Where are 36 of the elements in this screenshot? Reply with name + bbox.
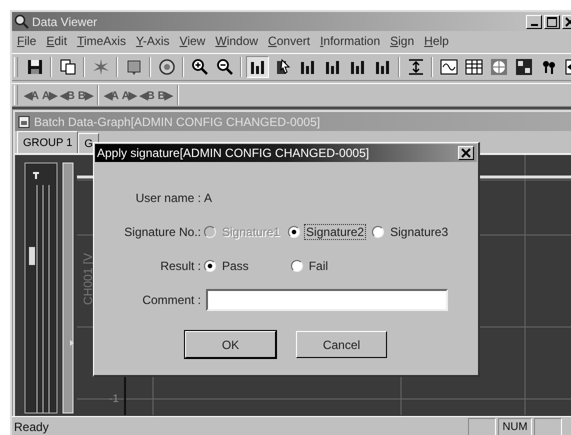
window-title: Data Viewer	[32, 14, 98, 28]
dialog-button[interactable]: OK	[185, 331, 276, 358]
dialog-button[interactable]: Cancel	[296, 331, 387, 358]
menu-item[interactable]: File	[14, 34, 44, 48]
marker-button[interactable]: A▶	[40, 86, 57, 104]
axis-tick: -1	[109, 393, 119, 405]
marker-button[interactable]: A▶	[120, 86, 137, 104]
field-label: Signature No.:	[123, 225, 202, 239]
marker-button[interactable]: ◀B	[58, 86, 75, 104]
menu-item[interactable]: TimeAxis	[74, 34, 133, 48]
marker-button[interactable]: B▶	[76, 86, 93, 104]
user-name-value: A	[204, 191, 212, 205]
marker-button[interactable]: ◀A	[102, 86, 119, 104]
menu-item[interactable]: Information	[317, 34, 388, 48]
menu-item[interactable]: View	[176, 34, 212, 48]
field-label: Comment :	[141, 293, 202, 307]
document-title: Batch Data-Graph[ADMIN CONFIG CHANGED-0005]	[34, 114, 320, 128]
group-tab[interactable]: GROUP 1	[17, 131, 78, 153]
menu-item[interactable]: Help	[421, 34, 456, 48]
radio-label[interactable]: Fail	[306, 258, 330, 274]
menu-item[interactable]: Edit	[43, 34, 74, 48]
marker-button[interactable]: ◀A	[23, 86, 39, 104]
menu-item[interactable]: Y-Axis	[132, 34, 177, 48]
field-label: Result :	[159, 259, 202, 273]
radio-label[interactable]: Signature2	[304, 224, 366, 240]
radio-label[interactable]: Pass	[220, 258, 251, 274]
marker-button[interactable]: B▶	[156, 86, 173, 104]
dialog-title: Apply signature[ADMIN CONFIG CHANGED-0005]	[97, 146, 370, 160]
status-indicator: NUM	[498, 418, 532, 435]
menu-item[interactable]: Convert	[265, 34, 318, 48]
field-label: User name :	[134, 191, 202, 205]
marker-button[interactable]: ◀B	[138, 86, 155, 104]
menu-item[interactable]: Window	[212, 34, 266, 48]
menu-item[interactable]: Sign	[387, 34, 422, 48]
status-text: Ready	[14, 420, 50, 434]
radio-label[interactable]: Signature3	[388, 224, 450, 240]
